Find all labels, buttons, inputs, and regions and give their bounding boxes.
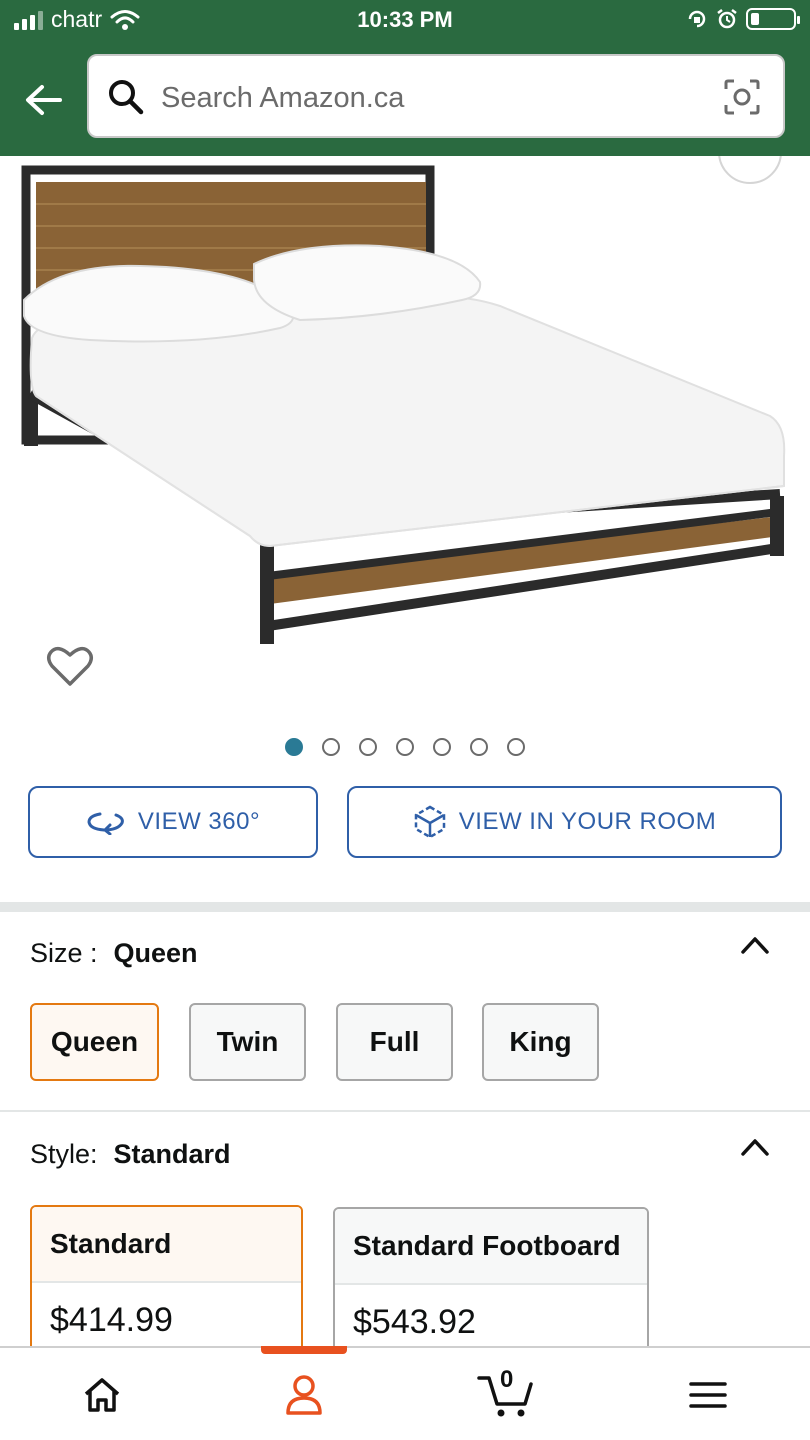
style-selected-value: Standard (113, 1139, 231, 1169)
carousel-dot[interactable] (285, 738, 303, 756)
search-bar[interactable] (87, 54, 785, 138)
search-input[interactable] (161, 70, 701, 126)
carousel-dot[interactable] (322, 738, 340, 756)
size-option-label: Twin (216, 1026, 279, 1057)
carousel-dot[interactable] (359, 738, 377, 756)
camera-scan-icon[interactable] (723, 78, 761, 116)
back-button[interactable] (20, 76, 68, 124)
size-option-label: Full (369, 1026, 420, 1057)
size-label-text: Size : (30, 938, 98, 968)
style-option-title: Standard Footboard (335, 1209, 647, 1285)
view-360-button[interactable]: VIEW 360° (28, 786, 318, 858)
chevron-up-icon[interactable] (740, 934, 770, 956)
carousel-dot[interactable] (433, 738, 451, 756)
size-option-queen[interactable]: Queen (30, 1003, 159, 1081)
size-selected-value: Queen (113, 938, 198, 968)
battery-icon (746, 8, 800, 30)
nav-account[interactable] (244, 1348, 364, 1440)
home-icon (84, 1378, 120, 1412)
nav-cart[interactable] (446, 1348, 566, 1440)
style-option-standard[interactable]: Standard $414.99 (30, 1205, 303, 1365)
menu-icon (689, 1382, 727, 1408)
status-bar: chatr 10:33 PM (0, 0, 810, 42)
carousel-dot[interactable] (396, 738, 414, 756)
chevron-up-icon[interactable] (740, 1136, 770, 1158)
nav-home[interactable] (42, 1348, 162, 1440)
bed-image (21, 165, 786, 644)
ar-cube-icon (414, 805, 446, 839)
product-image[interactable] (0, 156, 810, 716)
style-label-text: Style: (30, 1139, 98, 1169)
view-in-room-label: VIEW IN YOUR ROOM (458, 808, 717, 835)
style-option-standard-footboard[interactable]: Standard Footboard $543.92 (333, 1207, 649, 1367)
heart-icon[interactable] (46, 644, 94, 688)
account-icon (286, 1375, 322, 1415)
view-in-room-button[interactable]: VIEW IN YOUR ROOM (347, 786, 782, 858)
image-carousel-dots (0, 738, 810, 756)
size-label: Size : Queen (30, 938, 198, 969)
section-divider (0, 902, 810, 912)
style-label: Style: Standard (30, 1139, 231, 1170)
view-360-label: VIEW 360° (137, 808, 261, 835)
nav-menu[interactable] (648, 1348, 768, 1440)
style-option-price: $414.99 (50, 1301, 173, 1339)
size-option-label: Queen (50, 1026, 139, 1057)
size-option-twin[interactable]: Twin (189, 1003, 306, 1081)
carousel-dot[interactable] (507, 738, 525, 756)
size-option-label: King (509, 1026, 572, 1057)
section-divider (0, 1110, 810, 1112)
style-option-price: $543.92 (353, 1303, 476, 1341)
bottom-navigation: 0 (0, 1346, 810, 1440)
search-header (0, 42, 810, 156)
status-right (686, 8, 800, 30)
carousel-dot[interactable] (470, 738, 488, 756)
size-option-full[interactable]: Full (336, 1003, 453, 1081)
rotate-360-icon (87, 812, 124, 835)
alarm-icon (717, 9, 737, 29)
orientation-lock-icon (688, 10, 706, 28)
cart-count: 0 (500, 1366, 514, 1393)
back-arrow-icon (26, 85, 62, 115)
style-option-title: Standard (32, 1207, 301, 1283)
size-option-king[interactable]: King (482, 1003, 599, 1081)
search-icon (109, 80, 144, 115)
